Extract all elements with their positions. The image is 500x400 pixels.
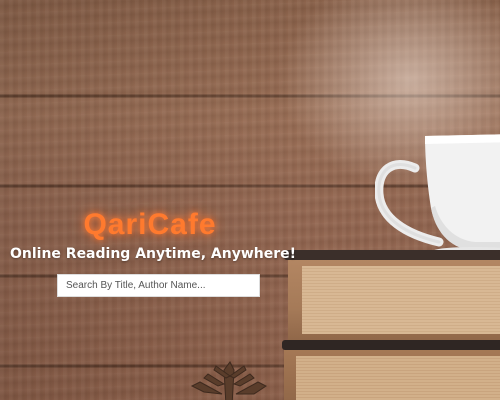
hero-banner: QariCafe Online Reading Anytime, Anywher… [0,0,500,400]
top-book-image [284,250,500,348]
pine-cone-image [190,361,267,400]
bottom-book-image [282,340,500,400]
book-cover [284,250,500,260]
coffee-cup-image [375,134,500,255]
book-pages [302,266,500,334]
search-input[interactable] [57,274,260,297]
hero-tagline: Online Reading Anytime, Anywhere! [9,246,296,262]
brand-logo-text: QariCafe [83,208,217,241]
book-pages [296,356,500,400]
book-cover [282,340,500,350]
